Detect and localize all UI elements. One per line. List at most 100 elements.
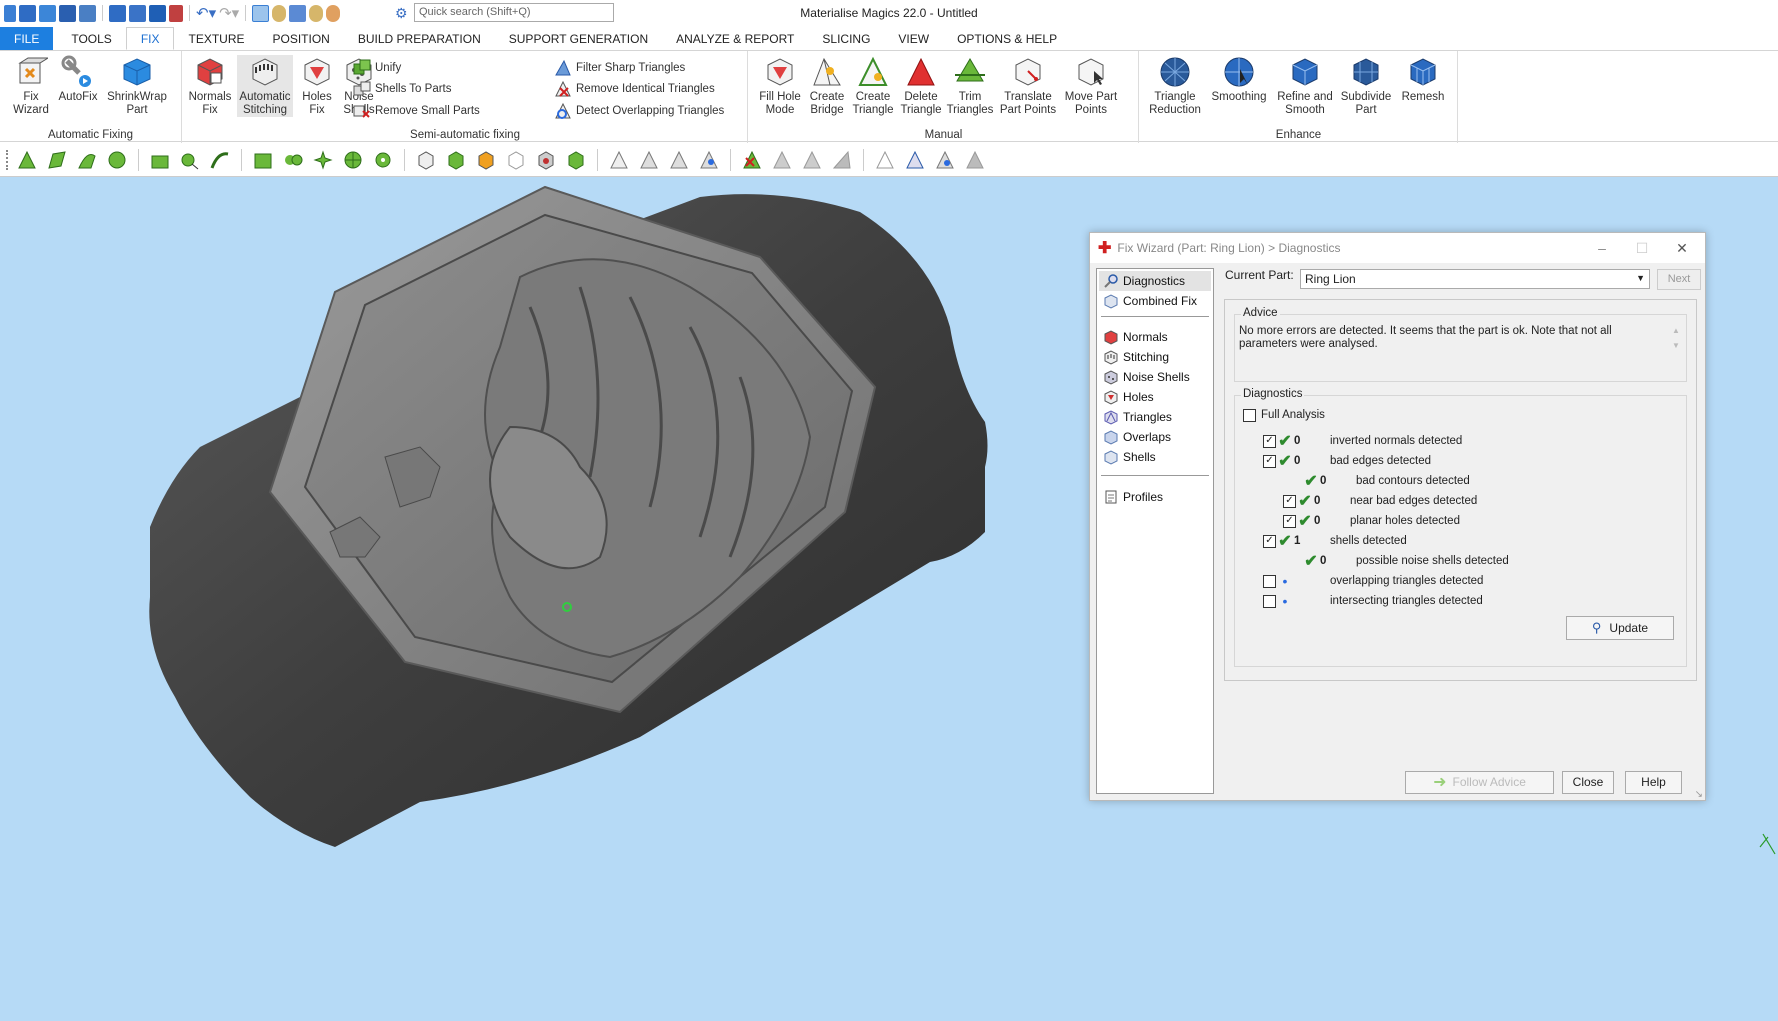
search-settings-icon[interactable]: ⚙ xyxy=(395,5,408,22)
fix-wizard-button[interactable]: Fix Wizard xyxy=(6,55,56,117)
save-part-icon[interactable] xyxy=(129,4,146,22)
open-file-icon[interactable] xyxy=(39,4,56,22)
nav-noise-shells[interactable]: Noise Shells xyxy=(1099,367,1211,387)
shells-checkbox[interactable]: ✓ xyxy=(1263,534,1276,548)
advice-scrollbar[interactable]: ▲ ▼ xyxy=(1670,323,1682,367)
select-icon[interactable] xyxy=(252,4,270,22)
mark-contour-icon[interactable] xyxy=(252,149,274,171)
unify-button[interactable]: Unify xyxy=(353,58,401,78)
delete-triangle-button[interactable]: Delete Triangle xyxy=(899,55,943,117)
tab-texture[interactable]: TEXTURE xyxy=(174,27,258,50)
unload-part-icon[interactable] xyxy=(169,4,183,22)
new-file-icon[interactable] xyxy=(19,4,36,22)
tab-slicing[interactable]: SLICING xyxy=(808,27,884,50)
minimize-button[interactable]: – xyxy=(1582,233,1622,263)
create-bridge-button[interactable]: Create Bridge xyxy=(807,55,847,117)
zoom-in-icon[interactable] xyxy=(272,4,287,22)
expand-marking-icon[interactable] xyxy=(282,149,304,171)
shells-to-parts-button[interactable]: Shells To Parts xyxy=(353,79,452,99)
mark-curve-icon[interactable] xyxy=(209,149,231,171)
planar-holes-checkbox[interactable]: ✓ xyxy=(1283,514,1296,528)
triangle-tool-1-icon[interactable] xyxy=(608,149,630,171)
close-window-button[interactable]: ✕ xyxy=(1662,233,1702,263)
zoom-fit-icon[interactable] xyxy=(326,4,341,22)
nav-diagnostics[interactable]: Diagnostics xyxy=(1099,271,1211,291)
triangle-tool-5-icon[interactable] xyxy=(771,149,793,171)
fill-hole-mode-button[interactable]: Fill Hole Mode xyxy=(757,55,803,117)
mark-window-icon[interactable] xyxy=(149,149,171,171)
triangle-tool-7-icon[interactable] xyxy=(831,149,853,171)
unmark-all-icon[interactable] xyxy=(505,149,527,171)
resize-grip-icon[interactable]: ↘ xyxy=(1695,789,1703,800)
subdivide-part-button[interactable]: Subdivide Part xyxy=(1338,55,1394,117)
unmark-icon[interactable] xyxy=(475,149,497,171)
inverted-normals-checkbox[interactable]: ✓ xyxy=(1263,434,1276,448)
triangle-tool-3-icon[interactable] xyxy=(668,149,690,171)
automatic-stitching-button[interactable]: Automatic Stitching xyxy=(237,55,293,117)
mark-lasso-icon[interactable] xyxy=(179,149,201,171)
mark-shell-icon[interactable] xyxy=(106,149,128,171)
triangle-tool-10-icon[interactable] xyxy=(934,149,956,171)
near-bad-edges-checkbox[interactable]: ✓ xyxy=(1283,494,1296,508)
redo-icon[interactable]: ↷▾ xyxy=(219,4,239,22)
triangle-reduction-button[interactable]: Triangle Reduction xyxy=(1146,55,1204,117)
create-triangle-button[interactable]: Create Triangle xyxy=(851,55,895,117)
quick-search-input[interactable]: Quick search (Shift+Q) xyxy=(414,3,614,22)
trim-triangles-button[interactable]: Trim Triangles xyxy=(947,55,993,117)
nav-normals[interactable]: Normals xyxy=(1099,327,1211,347)
export-part-icon[interactable] xyxy=(149,4,166,22)
tab-file[interactable]: FILE xyxy=(0,27,54,50)
update-button[interactable]: ⚲ Update xyxy=(1566,616,1674,640)
triangle-tool-2-icon[interactable] xyxy=(638,149,660,171)
close-button[interactable]: Close xyxy=(1562,771,1614,794)
mark-part-icon[interactable] xyxy=(415,149,437,171)
help-button[interactable]: Help xyxy=(1625,771,1682,794)
delete-triangles-tool-icon[interactable] xyxy=(741,149,763,171)
autofix-button[interactable]: AutoFix xyxy=(56,55,100,104)
mark-connected-icon[interactable] xyxy=(372,149,394,171)
tab-build-preparation[interactable]: BUILD PREPARATION xyxy=(344,27,495,50)
zoom-part-icon[interactable] xyxy=(289,4,307,22)
remesh-button[interactable]: Remesh xyxy=(1398,55,1448,104)
triangle-tool-4-icon[interactable] xyxy=(698,149,720,171)
nav-overlaps[interactable]: Overlaps xyxy=(1099,427,1211,447)
next-button[interactable]: Next xyxy=(1657,269,1701,290)
nav-shells[interactable]: Shells xyxy=(1099,447,1211,467)
bad-edges-checkbox[interactable]: ✓ xyxy=(1263,454,1276,468)
holes-fix-button[interactable]: Holes Fix xyxy=(299,55,335,117)
tab-view[interactable]: VIEW xyxy=(884,27,943,50)
3d-viewport[interactable]: ✚ Fix Wizard (Part: Ring Lion) > Diagnos… xyxy=(0,177,1778,1021)
save-as-icon[interactable] xyxy=(79,4,96,22)
remove-identical-triangles-button[interactable]: Remove Identical Triangles xyxy=(554,79,715,99)
shrink-marking-icon[interactable] xyxy=(312,149,334,171)
app-menu-icon[interactable] xyxy=(4,4,16,22)
normals-fix-button[interactable]: Normals Fix xyxy=(189,55,231,117)
mark-sphere-icon[interactable] xyxy=(342,149,364,171)
nav-profiles[interactable]: Profiles xyxy=(1099,487,1211,507)
nav-triangles[interactable]: Triangles xyxy=(1099,407,1211,427)
translate-part-points-button[interactable]: Translate Part Points xyxy=(997,55,1059,117)
full-analysis-checkbox[interactable] xyxy=(1243,408,1256,422)
triangle-tool-9-icon[interactable] xyxy=(904,149,926,171)
tab-tools[interactable]: TOOLS xyxy=(57,27,125,50)
triangle-tool-8-icon[interactable] xyxy=(874,149,896,171)
mark-plane-icon[interactable] xyxy=(46,149,68,171)
smoothing-button[interactable]: Smoothing xyxy=(1208,55,1270,104)
import-part-icon[interactable] xyxy=(109,4,126,22)
mark-surface-icon[interactable] xyxy=(76,149,98,171)
shrinkwrap-part-button[interactable]: ShrinkWrap Part xyxy=(104,55,170,117)
full-analysis-row[interactable]: Full Analysis xyxy=(1243,406,1325,424)
overlapping-checkbox[interactable] xyxy=(1263,574,1276,588)
tab-support-generation[interactable]: SUPPORT GENERATION xyxy=(495,27,662,50)
tab-position[interactable]: POSITION xyxy=(259,27,344,50)
nav-holes[interactable]: Holes xyxy=(1099,387,1211,407)
tab-options-help[interactable]: OPTIONS & HELP xyxy=(943,27,1071,50)
delete-marked-icon[interactable] xyxy=(565,149,587,171)
nav-combined-fix[interactable]: Combined Fix xyxy=(1099,291,1211,311)
follow-advice-button[interactable]: ➜ Follow Advice xyxy=(1405,771,1554,794)
extract-marked-icon[interactable] xyxy=(535,149,557,171)
filter-sharp-triangles-button[interactable]: Filter Sharp Triangles xyxy=(554,58,685,78)
refine-smooth-button[interactable]: Refine and Smooth xyxy=(1274,55,1336,117)
tab-fix[interactable]: FIX xyxy=(125,27,175,50)
triangle-tool-11-icon[interactable] xyxy=(964,149,986,171)
